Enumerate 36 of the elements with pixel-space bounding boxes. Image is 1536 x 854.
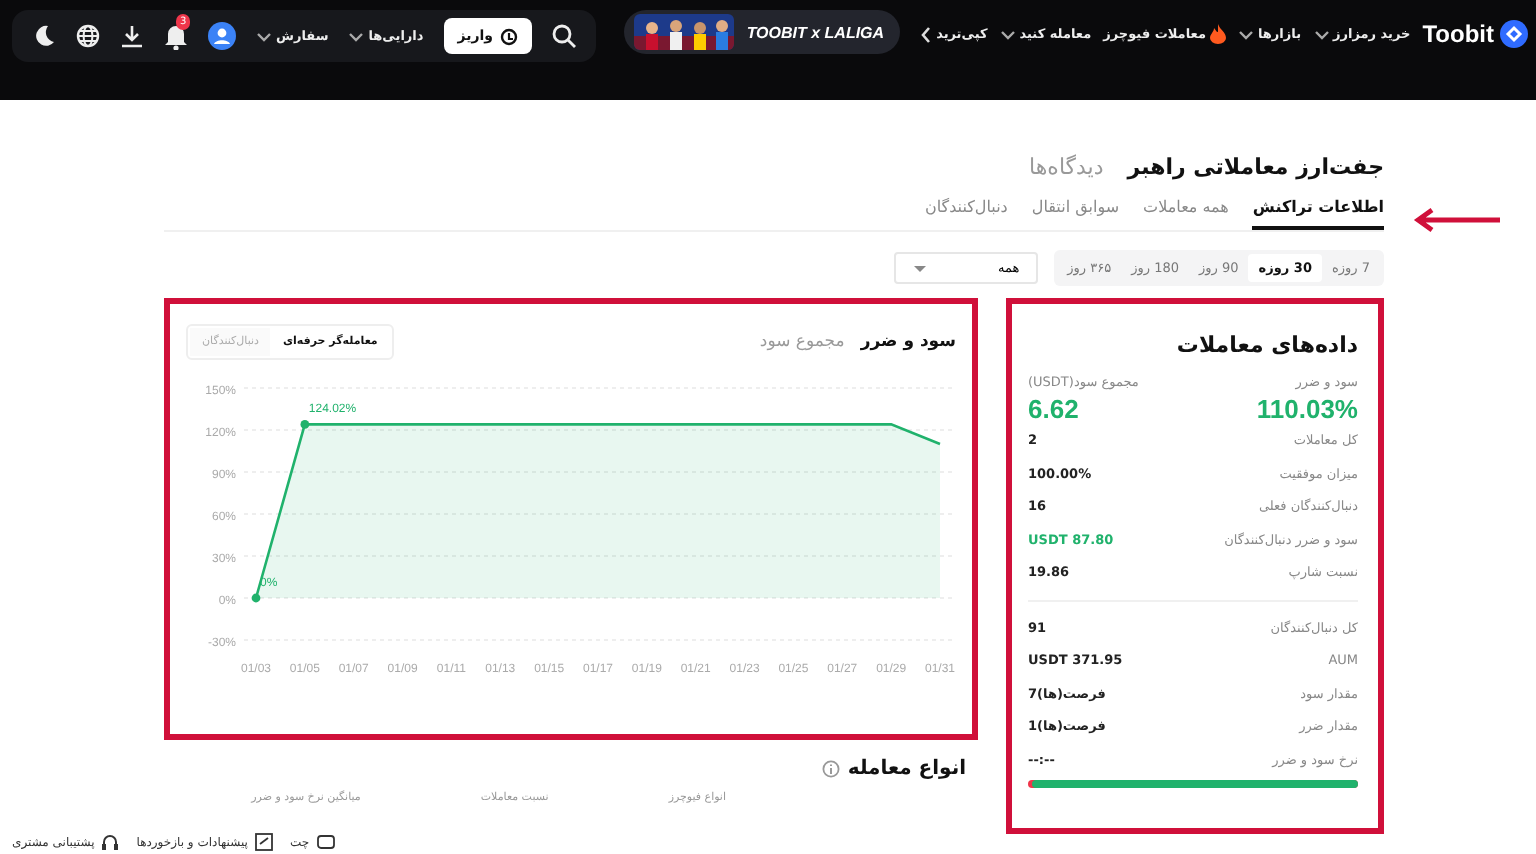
stat-value: 6.62	[1028, 394, 1079, 424]
card-title: داده‌های معاملات	[1174, 332, 1358, 358]
bell-icon[interactable]	[164, 23, 188, 49]
logo-text: Toobit	[1422, 20, 1494, 48]
deposit-icon	[499, 27, 517, 45]
tab[interactable]: دنبال‌کنندگان	[924, 198, 1008, 230]
caret-icon	[1313, 27, 1330, 41]
note-icon	[253, 832, 274, 852]
globe-icon[interactable]	[76, 24, 100, 48]
chat-icon	[315, 832, 336, 852]
info-icon	[821, 760, 840, 778]
caret-icon	[256, 29, 272, 43]
logo-icon	[1500, 20, 1528, 48]
caret-icon	[1237, 27, 1254, 41]
caret-icon	[999, 27, 1016, 41]
promo-banner[interactable]: TOOBIT x LALIGA	[624, 10, 901, 54]
section-title: انواع معامله	[847, 758, 966, 780]
avatar-icon[interactable]	[208, 22, 236, 50]
data-point	[251, 593, 261, 603]
caret-icon	[348, 29, 365, 43]
moon-icon[interactable]	[32, 24, 56, 48]
search-icon	[551, 24, 575, 48]
caret-icon	[911, 261, 928, 275]
tab[interactable]: اطلاعات تراکنش	[1252, 198, 1384, 230]
logo[interactable]: Toobit	[1422, 10, 1528, 58]
data-point	[300, 420, 310, 429]
chevron-icon	[920, 25, 933, 43]
tab[interactable]: همه معاملات	[1143, 198, 1229, 230]
chart-tab[interactable]: سود و ضرر	[860, 332, 956, 352]
stat-value: 110.03%	[1256, 394, 1358, 424]
flame-icon	[1209, 24, 1226, 44]
banner-text: TOOBIT x LALIGA	[746, 23, 885, 41]
tab[interactable]: سوابق انتقال	[1031, 198, 1120, 230]
section-tab[interactable]: جفت‌ارز معاملاتی راهبر	[1127, 154, 1384, 180]
download-icon[interactable]	[120, 24, 144, 48]
headset-icon	[100, 832, 121, 852]
